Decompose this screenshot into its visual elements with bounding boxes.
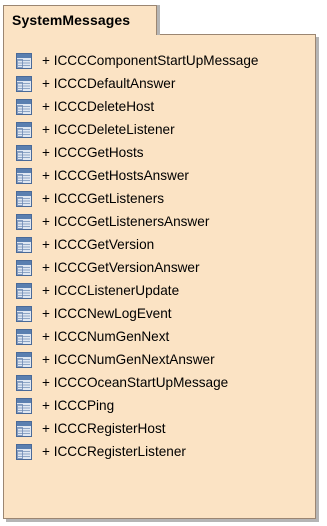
class-label: + ICCCGetVersionAnswer bbox=[42, 260, 200, 275]
class-item-icccnewlogevent[interactable]: + ICCCNewLogEvent bbox=[16, 302, 258, 325]
class-item-icccgetversionanswer[interactable]: + ICCCGetVersionAnswer bbox=[16, 256, 258, 279]
class-label: + ICCCComponentStartUpMessage bbox=[42, 53, 259, 68]
class-item-iccclistenerupdate[interactable]: + ICCCListenerUpdate bbox=[16, 279, 258, 302]
class-label: + ICCCRegisterListener bbox=[42, 444, 186, 459]
class-item-icccnumgennext[interactable]: + ICCCNumGenNext bbox=[16, 325, 258, 348]
class-icon bbox=[16, 144, 32, 161]
class-icon bbox=[16, 190, 32, 207]
class-icon bbox=[16, 213, 32, 230]
class-icon bbox=[16, 98, 32, 115]
class-item-icccping[interactable]: + ICCCPing bbox=[16, 394, 258, 417]
class-item-icccdeletehost[interactable]: + ICCCDeleteHost bbox=[16, 95, 258, 118]
class-item-icccdeletelistener[interactable]: + ICCCDeleteListener bbox=[16, 118, 258, 141]
class-label: + ICCCNumGenNext bbox=[42, 329, 170, 344]
class-label: + ICCCListenerUpdate bbox=[42, 283, 180, 298]
class-icon bbox=[16, 443, 32, 460]
class-item-icccgetlistenersanswer[interactable]: + ICCCGetListenersAnswer bbox=[16, 210, 258, 233]
class-label: + ICCCDefaultAnswer bbox=[42, 76, 176, 91]
class-icon bbox=[16, 397, 32, 414]
class-item-icccdefaultanswer[interactable]: + ICCCDefaultAnswer bbox=[16, 72, 258, 95]
class-list: + ICCCComponentStartUpMessage + ICCCDefa… bbox=[16, 49, 258, 463]
package-name: SystemMessages bbox=[12, 12, 131, 28]
class-icon bbox=[16, 52, 32, 69]
class-label: + ICCCOceanStartUpMessage bbox=[42, 375, 229, 390]
class-icon bbox=[16, 121, 32, 138]
class-icon bbox=[16, 259, 32, 276]
class-icon bbox=[16, 328, 32, 345]
class-item-icccgetversion[interactable]: + ICCCGetVersion bbox=[16, 233, 258, 256]
class-label: + ICCCRegisterHost bbox=[42, 421, 166, 436]
class-label: + ICCCNewLogEvent bbox=[42, 306, 172, 321]
class-item-icccoceanstartupmessage[interactable]: + ICCCOceanStartUpMessage bbox=[16, 371, 258, 394]
class-item-icccgethostsanswer[interactable]: + ICCCGetHostsAnswer bbox=[16, 164, 258, 187]
class-icon bbox=[16, 351, 32, 368]
class-icon bbox=[16, 167, 32, 184]
class-icon bbox=[16, 236, 32, 253]
class-icon bbox=[16, 374, 32, 391]
class-item-icccgethosts[interactable]: + ICCCGetHosts bbox=[16, 141, 258, 164]
class-icon bbox=[16, 420, 32, 437]
class-item-icccnumgennextanswer[interactable]: + ICCCNumGenNextAnswer bbox=[16, 348, 258, 371]
class-item-icccgetlisteners[interactable]: + ICCCGetListeners bbox=[16, 187, 258, 210]
class-item-icccregisterhost[interactable]: + ICCCRegisterHost bbox=[16, 417, 258, 440]
class-item-iccccomponentstartupmessage[interactable]: + ICCCComponentStartUpMessage bbox=[16, 49, 258, 72]
class-label: + ICCCDeleteHost bbox=[42, 99, 155, 114]
class-icon bbox=[16, 75, 32, 92]
class-icon bbox=[16, 305, 32, 322]
class-label: + ICCCNumGenNextAnswer bbox=[42, 352, 215, 367]
class-item-icccregisterlistener[interactable]: + ICCCRegisterListener bbox=[16, 440, 258, 463]
class-label: + ICCCGetListeners bbox=[42, 191, 165, 206]
class-label: + ICCCGetVersion bbox=[42, 237, 155, 252]
class-label: + ICCCGetHostsAnswer bbox=[42, 168, 189, 183]
class-icon bbox=[16, 282, 32, 299]
class-label: + ICCCGetHosts bbox=[42, 145, 144, 160]
package-tab[interactable]: SystemMessages bbox=[3, 5, 157, 35]
class-label: + ICCCPing bbox=[42, 398, 115, 413]
class-label: + ICCCGetListenersAnswer bbox=[42, 214, 210, 229]
class-label: + ICCCDeleteListener bbox=[42, 122, 175, 137]
